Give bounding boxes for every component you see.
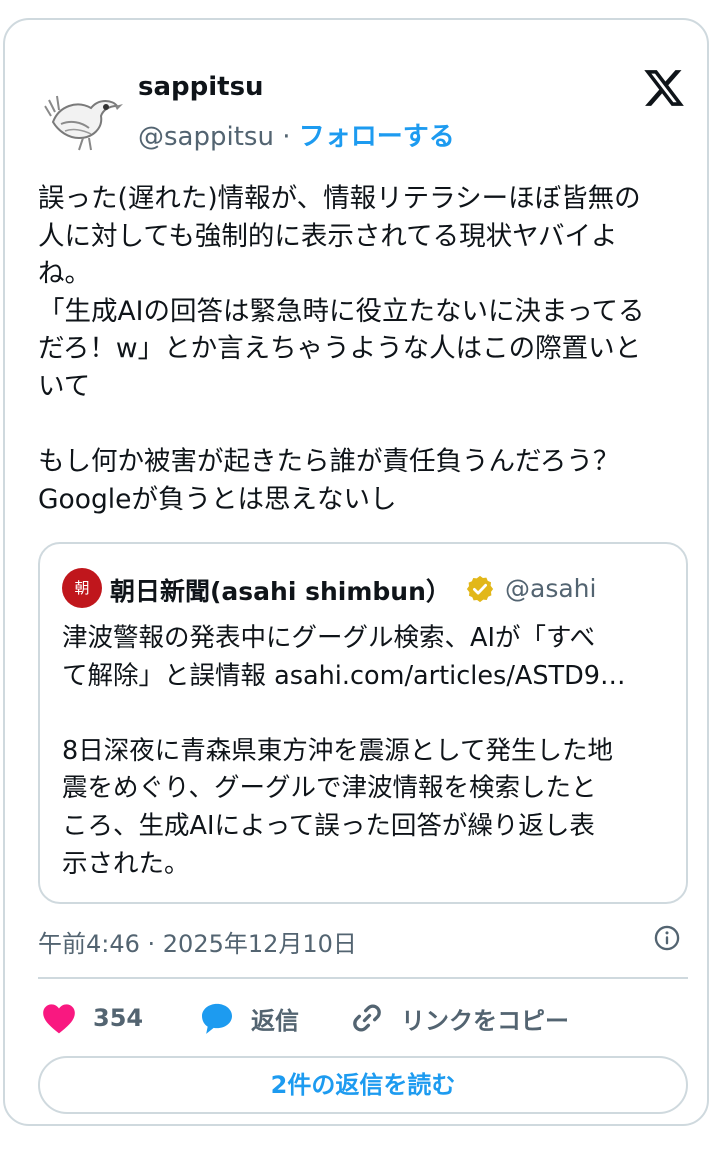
follow-link[interactable]: フォローする [299,122,455,152]
copy-link-button[interactable]: リンクをコピー [347,998,569,1038]
post-timestamp[interactable]: 午前4:46 · 2025年12月10日 [38,924,357,959]
post-text: 誤った(遅れた)情報が、情報リテラシーほぼ皆無の 人に対しても強制的に表示されて… [38,183,645,515]
separator-dot: · [273,122,299,152]
info-icon[interactable] [653,924,681,952]
quoted-author-name: 朝日新聞(asahi shimbun） [110,577,451,606]
asahi-logo-icon: 朝 [62,568,102,608]
embedded-post-card: sappitsu @sappitsu · フォローする 誤った(遅れた)情報が、… [3,18,709,1126]
display-name[interactable]: sappitsu [138,72,264,102]
user-handle[interactable]: @sappitsu [138,122,274,152]
avatar[interactable] [43,76,125,158]
quoted-post-text: 津波警報の発表中にグーグル検索、AIが「すべ て解除」と誤情報 asahi.co… [62,623,626,879]
handle-row: @sappitsu · フォローする [138,116,455,153]
read-replies-button[interactable]: 2件の返信を読む [38,1056,688,1114]
reply-label: 返信 [251,1006,299,1035]
x-logo-icon[interactable] [642,66,686,110]
heart-icon [39,998,79,1038]
speech-bubble-icon [197,998,237,1038]
quoted-author-handle: @asahi [505,574,597,603]
verified-gold-badge-icon [465,574,495,604]
like-count: 354 [93,1004,144,1032]
link-icon [347,998,387,1038]
like-button[interactable]: 354 [39,998,143,1038]
quoted-post[interactable]: 朝 朝日新聞(asahi shimbun） @asahi 津波警報の発表中にグー… [38,542,688,904]
reply-button[interactable]: 返信 [197,998,299,1038]
copy-link-label: リンクをコピー [401,1006,569,1035]
divider [38,977,688,979]
